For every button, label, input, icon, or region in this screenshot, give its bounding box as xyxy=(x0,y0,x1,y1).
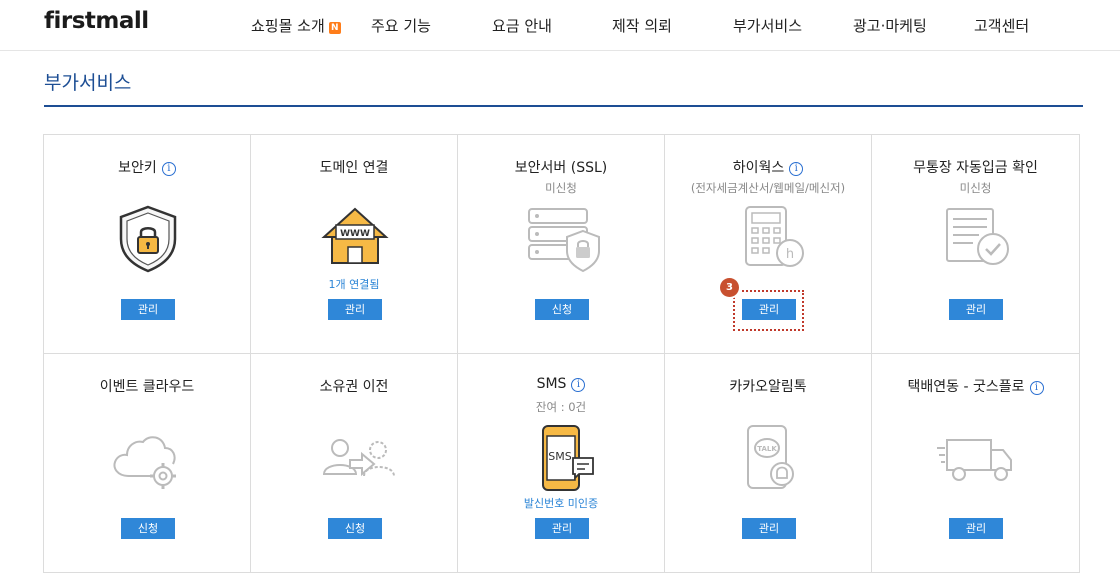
services-grid: 보안키 i 관리 도메인 연결 WWW 1개 연결됨 관리 보안서버 (SSL)… xyxy=(43,134,1080,573)
service-card-sms: SMS i 잔여 : 0건 SMS 발신번호 미인증 관리 xyxy=(458,354,665,573)
nav-item-pricing[interactable]: 요금 안내 xyxy=(492,15,552,36)
service-card-domain: 도메인 연결 WWW 1개 연결됨 관리 xyxy=(251,135,458,354)
site-header: firstmall 쇼핑몰 소개 N 주요 기능 요금 안내 제작 의뢰 부가서비… xyxy=(0,0,1120,51)
cloud-gear-icon xyxy=(105,420,191,496)
title-divider xyxy=(44,105,1083,107)
nav-item-features[interactable]: 주요 기능 xyxy=(371,15,431,36)
info-icon[interactable]: i xyxy=(789,162,804,176)
service-card-event-cloud: 이벤트 클라우드 신청 xyxy=(44,354,251,573)
service-title: 택배연동 - 굿스플로 i xyxy=(872,376,1079,396)
sender-number-status[interactable]: 발신번호 미인증 xyxy=(458,495,664,511)
service-card-ownership-transfer: 소유권 이전 신청 xyxy=(251,354,458,573)
nav-item-production[interactable]: 제작 의뢰 xyxy=(612,15,672,36)
service-title: 카카오알림톡 xyxy=(729,379,807,395)
service-title: 이벤트 클라우드 xyxy=(99,379,195,395)
service-title-text: SMS xyxy=(536,376,567,392)
service-title-text: 택배연동 - 굿스플로 xyxy=(907,379,1025,395)
info-icon[interactable]: i xyxy=(1029,381,1044,395)
server-lock-icon xyxy=(519,201,605,277)
service-title: 보안키 i xyxy=(44,157,250,177)
bank-check-icon xyxy=(933,201,1019,277)
nav-item-marketing[interactable]: 광고·마케팅 xyxy=(853,15,927,36)
info-icon[interactable]: i xyxy=(571,378,586,392)
kakao-talk-icon: TALK xyxy=(726,420,812,496)
service-title: 보안서버 (SSL) xyxy=(514,160,608,176)
svg-text:h: h xyxy=(786,247,794,262)
service-card-auto-deposit: 무통장 자동입금 확인 미신청 관리 xyxy=(872,135,1079,354)
service-title: 소유권 이전 xyxy=(319,379,389,395)
service-card-security-key: 보안키 i 관리 xyxy=(44,135,251,354)
service-subtitle: 미신청 xyxy=(959,181,992,195)
manage-button[interactable]: 관리 xyxy=(535,518,589,539)
service-card-goodsflow: 택배연동 - 굿스플로 i 관리 xyxy=(872,354,1079,573)
manage-button[interactable]: 관리 xyxy=(949,518,1003,539)
service-title: SMS i xyxy=(458,376,664,392)
service-title-text: 보안키 xyxy=(118,160,157,176)
connection-status[interactable]: 1개 연결됨 xyxy=(251,276,457,292)
svg-text:SMS: SMS xyxy=(548,450,571,463)
manage-button[interactable]: 관리 xyxy=(949,299,1003,320)
service-title-text: 하이웍스 xyxy=(732,160,785,176)
nav-item-addon-services[interactable]: 부가서비스 xyxy=(733,15,802,36)
service-card-ssl: 보안서버 (SSL) 미신청 신청 xyxy=(458,135,665,354)
service-subtitle: (전자세금계산서/웹메일/메신저) xyxy=(690,181,846,195)
apply-button[interactable]: 신청 xyxy=(121,518,175,539)
new-badge: N xyxy=(328,22,341,34)
shield-lock-icon xyxy=(105,201,191,277)
site-logo[interactable]: firstmall xyxy=(44,8,149,34)
info-icon[interactable]: i xyxy=(161,162,176,176)
service-title: 무통장 자동입금 확인 xyxy=(913,160,1038,176)
service-subtitle: 잔여 : 0건 xyxy=(535,400,587,414)
service-card-kakao-alimtalk: 카카오알림톡 TALK 관리 xyxy=(665,354,872,573)
step-badge: 3 xyxy=(720,278,739,297)
page-title: 부가서비스 xyxy=(44,72,132,94)
calculator-icon: h xyxy=(726,201,812,277)
www-house-icon: WWW xyxy=(312,201,398,277)
service-subtitle: 미신청 xyxy=(545,181,577,195)
nav-item-shop-intro[interactable]: 쇼핑몰 소개 N xyxy=(251,15,341,36)
user-transfer-icon xyxy=(312,420,398,496)
nav-item-label: 쇼핑몰 소개 xyxy=(251,17,325,35)
highlight-annotation xyxy=(733,290,804,331)
delivery-truck-icon xyxy=(933,420,1019,496)
nav-item-support[interactable]: 고객센터 xyxy=(974,15,1029,36)
apply-button[interactable]: 신청 xyxy=(328,518,382,539)
service-title: 도메인 연결 xyxy=(319,160,389,176)
manage-button[interactable]: 관리 xyxy=(328,299,382,320)
svg-text:TALK: TALK xyxy=(757,445,777,453)
apply-button[interactable]: 신청 xyxy=(535,299,589,320)
manage-button[interactable]: 관리 xyxy=(121,299,175,320)
sms-phone-icon: SMS xyxy=(519,420,605,496)
svg-text:WWW: WWW xyxy=(340,229,370,239)
service-title: 하이웍스 i xyxy=(665,157,871,177)
manage-button[interactable]: 관리 xyxy=(742,518,796,539)
